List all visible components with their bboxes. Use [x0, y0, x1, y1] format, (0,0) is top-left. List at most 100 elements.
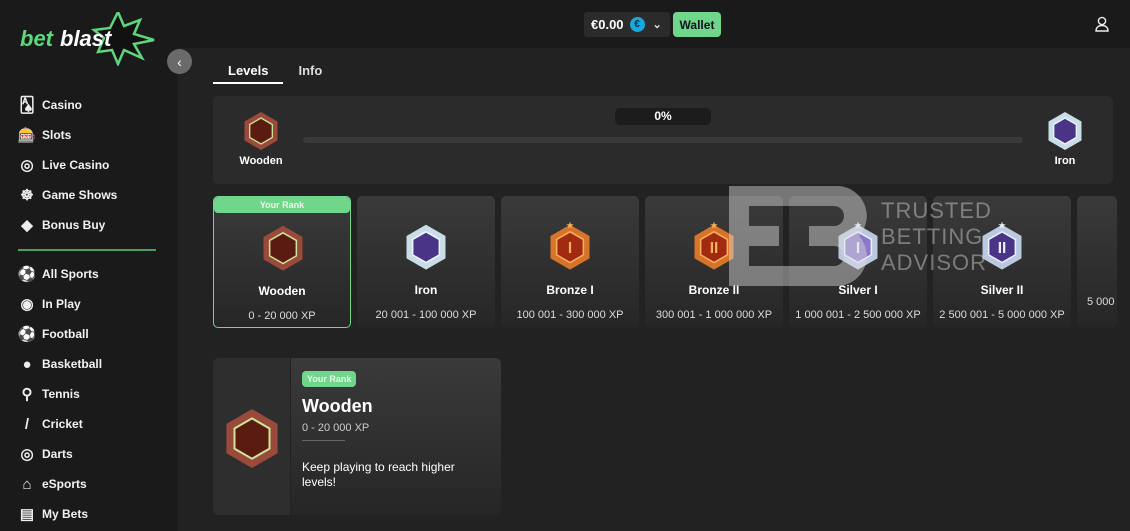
detail-message: Keep playing to reach higher levels!: [302, 460, 455, 489]
sidebar-item-all-sports[interactable]: ⚽ All Sports: [18, 259, 168, 289]
svg-text:★: ★: [710, 220, 718, 231]
cards-icon: 🂡: [19, 97, 35, 114]
diamond-icon: ◆: [21, 217, 33, 234]
current-level: Wooden: [231, 108, 291, 167]
sidebar-item-basketball[interactable]: ● Basketball: [18, 349, 168, 379]
level-card[interactable]: Your Rank Wooden 0 - 20 000 XP: [213, 196, 351, 328]
balance-dropdown[interactable]: €0.00 € ⌄: [584, 12, 670, 37]
sidebar-item-label: Tennis: [42, 387, 80, 401]
svg-text:II: II: [998, 240, 1007, 257]
svg-text:II: II: [710, 240, 719, 257]
level-card[interactable]: Iron 20 001 - 100 000 XP: [357, 196, 495, 328]
silver-i-badge-icon: I★: [838, 220, 878, 270]
sidebar-item-game-shows[interactable]: ☸ Game Shows: [18, 180, 168, 210]
level-card[interactable]: II ★ Bronze II 300 001 - 1 000 000 XP: [645, 196, 783, 328]
wooden-badge-icon: [226, 409, 278, 468]
sidebar-item-my-bets[interactable]: ▤ My Bets: [18, 499, 168, 529]
your-rank-badge: Your Rank: [302, 371, 357, 387]
gamepad-icon: ⌂: [22, 475, 32, 493]
bronze-i-badge-icon: I★: [550, 220, 590, 270]
sidebar-item-label: Basketball: [42, 357, 103, 371]
svg-text:blast: blast: [60, 26, 113, 51]
level-card[interactable]: II ★ Silver II 2 500 001 - 5 000 000 XP: [933, 196, 1071, 328]
chevron-left-icon: ‹: [177, 53, 182, 70]
slot-machine-icon: 🎰: [17, 127, 37, 144]
level-name: Wooden: [258, 284, 306, 298]
sidebar-item-label: In Play: [42, 297, 81, 311]
sidebar-item-casino[interactable]: 🂡 Casino: [18, 90, 168, 120]
progress-percent: 0%: [615, 108, 711, 125]
level-card[interactable]: I ★ Bronze I 100 001 - 300 000 XP: [501, 196, 639, 328]
tab-levels[interactable]: Levels: [213, 60, 284, 84]
sidebar-item-label: Darts: [42, 447, 73, 461]
detail-level-name: Wooden: [302, 396, 373, 416]
tennis-icon: ⚲: [21, 386, 33, 403]
user-icon[interactable]: [1095, 16, 1109, 37]
your-rank-label: Your Rank: [214, 197, 350, 213]
betblast-logo[interactable]: bet blast: [18, 9, 156, 71]
svg-text:I: I: [568, 240, 572, 257]
level-xp-range: 5 000: [1087, 296, 1115, 308]
sidebar-item-label: Game Shows: [42, 188, 118, 202]
level-xp-range: 20 001 - 100 000 XP: [375, 309, 477, 321]
sidebar-item-darts[interactable]: ◎ Darts: [18, 439, 168, 469]
tab-info[interactable]: Info: [283, 60, 337, 84]
euro-icon: €: [629, 17, 645, 32]
progress-bar: [303, 137, 1023, 143]
level-xp-range: 2 500 001 - 5 000 000 XP: [939, 309, 1065, 321]
level-name: Silver I: [838, 283, 878, 297]
next-level: Iron: [1035, 108, 1095, 167]
sidebar-item-label: Football: [42, 327, 89, 341]
svg-text:★: ★: [854, 220, 862, 231]
svg-text:bet: bet: [20, 26, 55, 51]
sidebar-item-label: My Bets: [42, 507, 89, 521]
sidebar-item-label: Bonus Buy: [42, 218, 106, 232]
iron-badge-icon: [406, 224, 446, 270]
level-card[interactable]: I ★ Silver I1 000 001 - 2 500 000 XP: [789, 196, 927, 328]
sidebar-item-live-casino[interactable]: ◎ Live Casino: [18, 150, 168, 180]
iron-badge-icon: [1048, 112, 1082, 150]
level-name: Silver II: [980, 283, 1024, 297]
darts-icon: ◎: [20, 446, 34, 463]
sidebar-item-slots[interactable]: 🎰 Slots: [18, 120, 168, 150]
svg-text:★: ★: [998, 220, 1006, 231]
sidebar-item-in-play[interactable]: ◉ In Play: [18, 289, 168, 319]
sidebar: bet blast 🂡 Casino 🎰 Slots ◎ Live Casino ☸ Game…: [0, 0, 178, 531]
level-progress-card: Wooden 0% Iron: [213, 96, 1113, 184]
football-icon: ⚽: [17, 326, 37, 343]
sidebar-item-football[interactable]: ⚽ Football: [18, 319, 168, 349]
detail-divider: [302, 440, 345, 441]
tickets-icon: ▤: [19, 506, 35, 523]
broadcast-icon: ◉: [20, 296, 34, 313]
bronze-ii-badge-icon: II ★: [694, 220, 734, 270]
wallet-button[interactable]: Wallet: [673, 12, 721, 37]
svg-text:★: ★: [566, 220, 574, 231]
wooden-badge-icon: [263, 225, 303, 271]
collapse-sidebar-button[interactable]: ‹: [167, 49, 192, 74]
sports-icon: ⚽: [17, 266, 37, 283]
detail-icon-panel: [213, 358, 291, 515]
chevron-down-icon: ⌄: [652, 19, 662, 31]
tabs: Levels Info: [213, 60, 337, 84]
next-level-name: Iron: [1054, 155, 1076, 167]
sidebar-item-esports[interactable]: ⌂ eSports: [18, 469, 168, 499]
sidebar-item-label: eSports: [42, 477, 87, 491]
svg-text:I: I: [856, 240, 860, 257]
sidebar-item-tennis[interactable]: ⚲ Tennis: [18, 379, 168, 409]
current-level-detail: Your Rank Wooden 0 - 20 000 XP Keep play…: [213, 358, 501, 515]
sidebar-item-bonus-buy[interactable]: ◆ Bonus Buy: [18, 210, 168, 240]
level-name: Bronze I: [546, 283, 594, 297]
chip-icon: ◎: [20, 157, 34, 174]
level-name: Iron: [414, 283, 438, 297]
basketball-icon: ●: [22, 355, 32, 373]
balance-amount: €0.00: [591, 17, 624, 32]
sidebar-item-label: All Sports: [42, 267, 99, 281]
sidebar-item-cricket[interactable]: / Cricket: [18, 409, 168, 439]
sidebar-item-label: Casino: [42, 98, 83, 112]
current-level-name: Wooden: [239, 155, 283, 167]
level-xp-range: 0 - 20 000 XP: [248, 310, 316, 322]
sidebar-divider: [18, 249, 156, 251]
sidebar-item-label: Live Casino: [42, 158, 110, 172]
level-name: Bronze II: [688, 283, 740, 297]
level-card[interactable]: 5 000: [1077, 196, 1117, 328]
